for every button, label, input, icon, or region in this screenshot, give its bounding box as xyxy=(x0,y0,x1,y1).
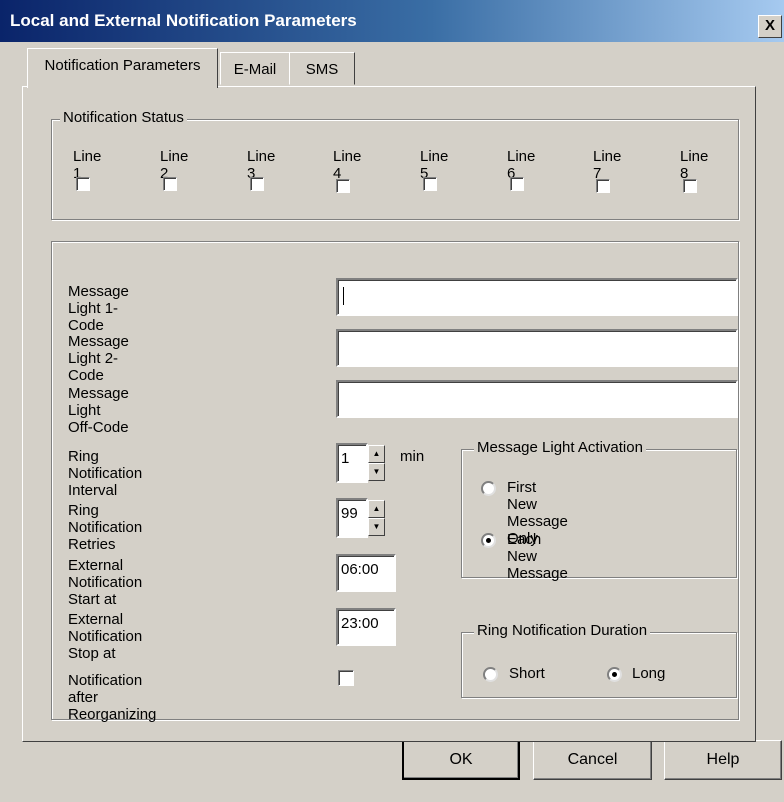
ring-interval-spinner: ▲ ▼ xyxy=(368,445,385,481)
cancel-button[interactable]: Cancel xyxy=(533,740,652,780)
title-bar: Local and External Notification Paramete… xyxy=(0,0,784,42)
short-radio[interactable] xyxy=(483,667,498,682)
message-light-activation-group xyxy=(461,449,737,578)
long-radio[interactable] xyxy=(607,667,622,682)
spin-up-icon[interactable]: ▲ xyxy=(368,500,385,518)
line-5-checkbox[interactable] xyxy=(423,177,437,191)
spin-down-icon[interactable]: ▼ xyxy=(368,518,385,536)
spin-up-icon[interactable]: ▲ xyxy=(368,445,385,463)
window-title: Local and External Notification Paramete… xyxy=(10,11,357,30)
tab-e-mail[interactable]: E-Mail xyxy=(220,52,290,85)
message-light-activation-legend: Message Light Activation xyxy=(474,439,646,456)
line-6-checkbox[interactable] xyxy=(510,177,524,191)
each-new-message-radio[interactable] xyxy=(481,533,496,548)
each-new-message-label: Each New Message xyxy=(507,531,568,582)
reorg-label: Notification after Reorganizing xyxy=(68,672,157,723)
close-button[interactable]: X xyxy=(758,15,782,38)
line-2-checkbox[interactable] xyxy=(163,177,177,191)
msg-light-1-label: Message Light 1-Code xyxy=(68,283,129,334)
notification-status-group xyxy=(51,119,739,220)
msg-light-2-label: Message Light 2-Code xyxy=(68,333,129,384)
line-8-label: Line 8 xyxy=(680,148,709,182)
radio-selected-dot xyxy=(612,672,617,677)
line-4-checkbox[interactable] xyxy=(336,179,350,193)
line-7-label: Line 7 xyxy=(593,148,622,182)
text-caret xyxy=(343,287,344,305)
line-3-checkbox[interactable] xyxy=(250,177,264,191)
ext-start-input[interactable]: 06:00 xyxy=(336,554,396,592)
ring-interval-label: Ring Notification Interval xyxy=(68,448,143,499)
tab-notification-parameters[interactable]: Notification Parameters xyxy=(27,48,218,88)
ring-retries-spinner: ▲ ▼ xyxy=(368,500,385,536)
ext-start-label: External Notification Start at xyxy=(68,557,143,608)
ring-retries-input[interactable]: 99 xyxy=(336,498,368,538)
ring-retries-label: Ring Notification Retries xyxy=(68,502,143,553)
line-7-checkbox[interactable] xyxy=(596,179,610,193)
line-8-checkbox[interactable] xyxy=(683,179,697,193)
short-label: Short xyxy=(509,665,545,682)
line-1-checkbox[interactable] xyxy=(76,177,90,191)
ring-interval-unit: min xyxy=(400,448,425,465)
long-label: Long xyxy=(632,665,666,682)
line-4-label: Line 4 xyxy=(333,148,362,182)
msg-light-2-input[interactable] xyxy=(336,329,738,367)
notification-status-legend: Notification Status xyxy=(60,109,187,126)
first-new-message-radio[interactable] xyxy=(481,481,496,496)
ext-stop-label: External Notification Stop at xyxy=(68,611,143,662)
ring-duration-group xyxy=(461,632,737,698)
help-button[interactable]: Help xyxy=(664,740,782,780)
reorg-checkbox[interactable] xyxy=(338,670,354,686)
spin-down-icon[interactable]: ▼ xyxy=(368,463,385,481)
msg-light-1-input[interactable] xyxy=(336,278,738,316)
radio-selected-dot xyxy=(486,538,491,543)
ext-stop-input[interactable]: 23:00 xyxy=(336,608,396,646)
ring-duration-legend: Ring Notification Duration xyxy=(474,622,651,639)
ok-button[interactable]: OK xyxy=(402,740,520,780)
tab-sms[interactable]: SMS xyxy=(289,52,355,85)
ring-interval-input[interactable]: 1 xyxy=(336,443,368,483)
msg-light-off-input[interactable] xyxy=(336,380,738,418)
msg-light-off-label: Message Light Off-Code xyxy=(68,385,129,436)
